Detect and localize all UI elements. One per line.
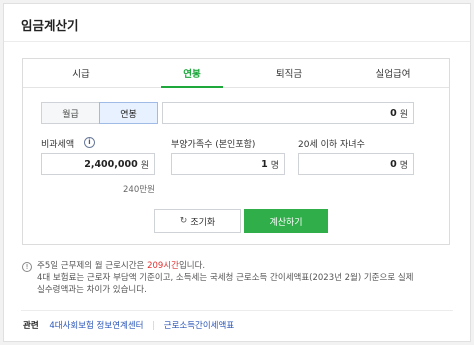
title-divider [4,41,470,42]
tab-unemployment[interactable]: 실업급여 [376,66,411,80]
children-value: 0 [390,158,397,170]
link-separator: | [152,321,156,331]
reset-button[interactable]: ↻ 조기화 [154,209,241,233]
nontaxable-sub-note: 240만원 [123,185,155,195]
children-label: 20세 이하 자녀수 [298,140,365,150]
dependents-unit: 명 [270,160,279,171]
notes-line-2: 4대 보험료는 근로자 부담액 기준이고, 소득세는 국세청 근로소득 간이세액… [37,273,414,283]
salary-value: 0 [390,107,397,119]
notes-line-3: 실수령액과는 차이가 있습니다. [37,285,147,295]
tab-hourly[interactable]: 시급 [72,66,89,80]
nontaxable-unit: 원 [140,160,149,171]
calculator-tabs: 시급 연봉 퇴직금 실업급여 [23,59,449,88]
salary-input[interactable]: 0 원 [162,102,414,124]
active-tab-indicator [161,86,223,88]
notice-icon: ! [22,262,32,272]
dependents-input[interactable]: 1 명 [171,153,285,175]
notes-line-1: 주5일 근무제의 월 근로시간은 209시간입니다. [37,261,206,271]
link-social-insurance[interactable]: 4대사회보험 정보연계센터 [49,321,143,331]
info-icon[interactable]: i [84,137,95,148]
calculate-button[interactable]: 계산하기 [244,209,328,233]
nontaxable-label: 비과세액 [41,140,75,150]
reset-label: 조기화 [190,217,216,228]
page-title: 임금계산기 [21,18,79,33]
work-hours-highlight: 209시간 [147,261,179,271]
children-input[interactable]: 0 명 [298,153,414,175]
tab-annual[interactable]: 연봉 [183,66,200,80]
dependents-label: 부양가족수 (본인포함) [171,140,256,150]
calculator-panel: 시급 연봉 퇴직금 실업급여 월급 연봉 0 원 비과세액 i 부양가족수 (본… [22,58,450,245]
dependents-value: 1 [261,158,268,170]
salary-unit: 원 [399,109,408,120]
reset-icon: ↻ [179,216,188,226]
mode-annual-button[interactable]: 연봉 [99,102,158,124]
link-tax-table[interactable]: 근로소득간이세액표 [164,321,234,331]
nontaxable-input[interactable]: 2,400,000 원 [41,153,155,175]
mode-monthly-button[interactable]: 월급 [41,102,100,124]
nontaxable-value: 2,400,000 [84,158,138,170]
tab-severance[interactable]: 퇴직금 [276,66,302,80]
related-title: 관련 [23,321,39,331]
related-divider [21,310,453,311]
children-unit: 명 [399,160,408,171]
wage-calculator-card: 임금계산기 시급 연봉 퇴직금 실업급여 월급 연봉 0 원 비과세액 i 부양… [3,3,471,342]
related-links: 관련 4대사회보험 정보연계센터 | 근로소득간이세액표 [23,319,234,331]
